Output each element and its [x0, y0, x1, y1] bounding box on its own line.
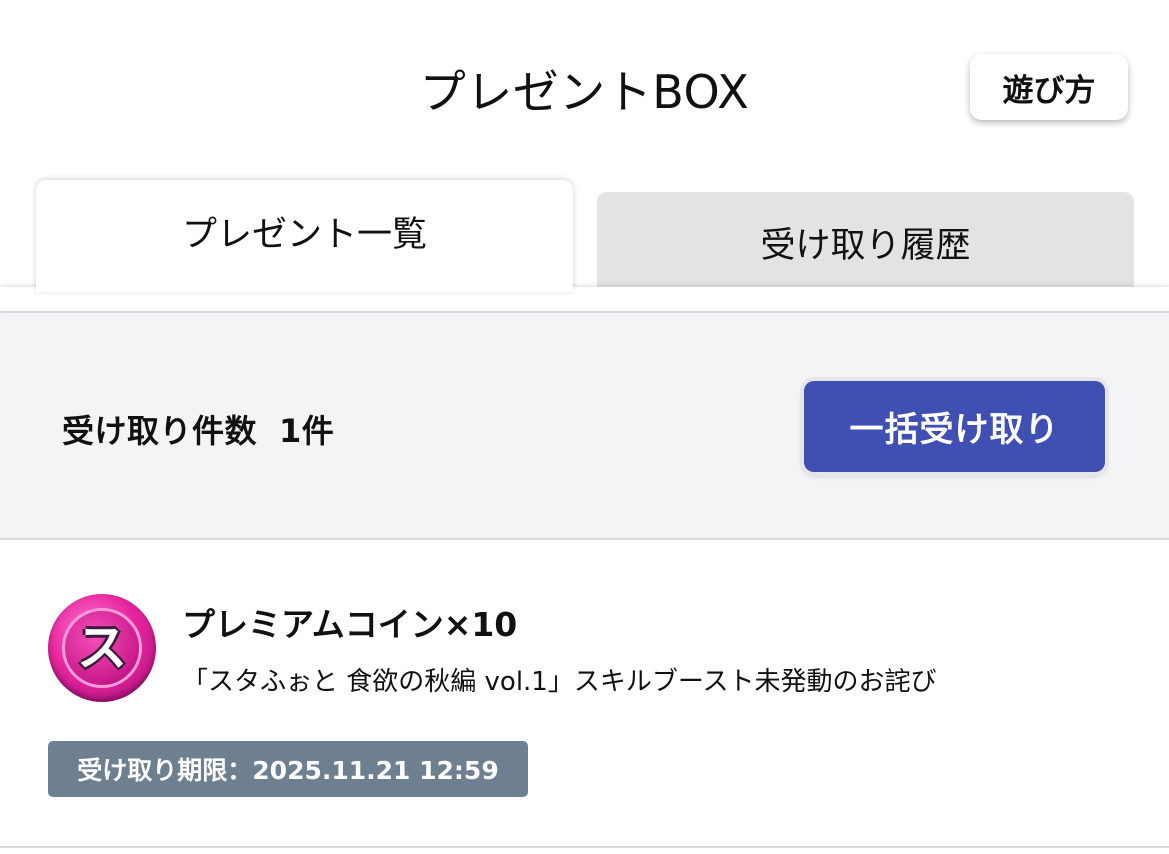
how-to-play-button[interactable]: 遊び方 — [970, 54, 1128, 120]
item-description: 「スタふぉと 食欲の秋編 vol.1」スキルブースト未発動のお詫び — [182, 667, 937, 697]
list-divider — [0, 846, 1169, 848]
bulk-receive-button[interactable]: 一括受け取り — [804, 381, 1105, 472]
tab-present-list[interactable]: プレゼント一覧 — [36, 180, 573, 292]
receive-count-value: 1件 — [279, 412, 335, 450]
coin-face: ス — [62, 608, 142, 688]
present-box-screen: プレゼントBOX 遊び方 プレゼント一覧 受け取り履歴 受け取り件数 1件 一括受… — [0, 0, 1169, 854]
deadline-badge: 受け取り期限：2025.11.21 12:59 — [48, 741, 528, 797]
coin-letter: ス — [77, 619, 127, 677]
receive-count: 受け取り件数 1件 — [62, 406, 334, 452]
item-name: プレミアムコイン×10 — [182, 605, 518, 644]
premium-coin-icon: ス — [48, 594, 156, 702]
tab-receive-history[interactable]: 受け取り履歴 — [597, 192, 1134, 292]
receive-count-label: 受け取り件数 — [62, 412, 258, 450]
